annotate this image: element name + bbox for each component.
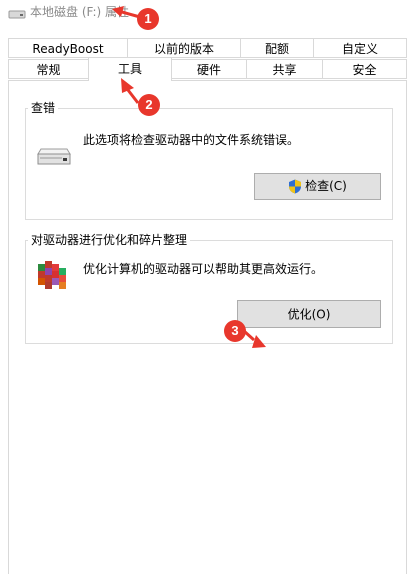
annotation-badge-2: 2 bbox=[138, 94, 160, 116]
annotation-badge-1: 1 bbox=[137, 8, 159, 30]
annotation-arrow-1 bbox=[112, 6, 266, 348]
annotation-badge-3: 3 bbox=[224, 320, 246, 342]
